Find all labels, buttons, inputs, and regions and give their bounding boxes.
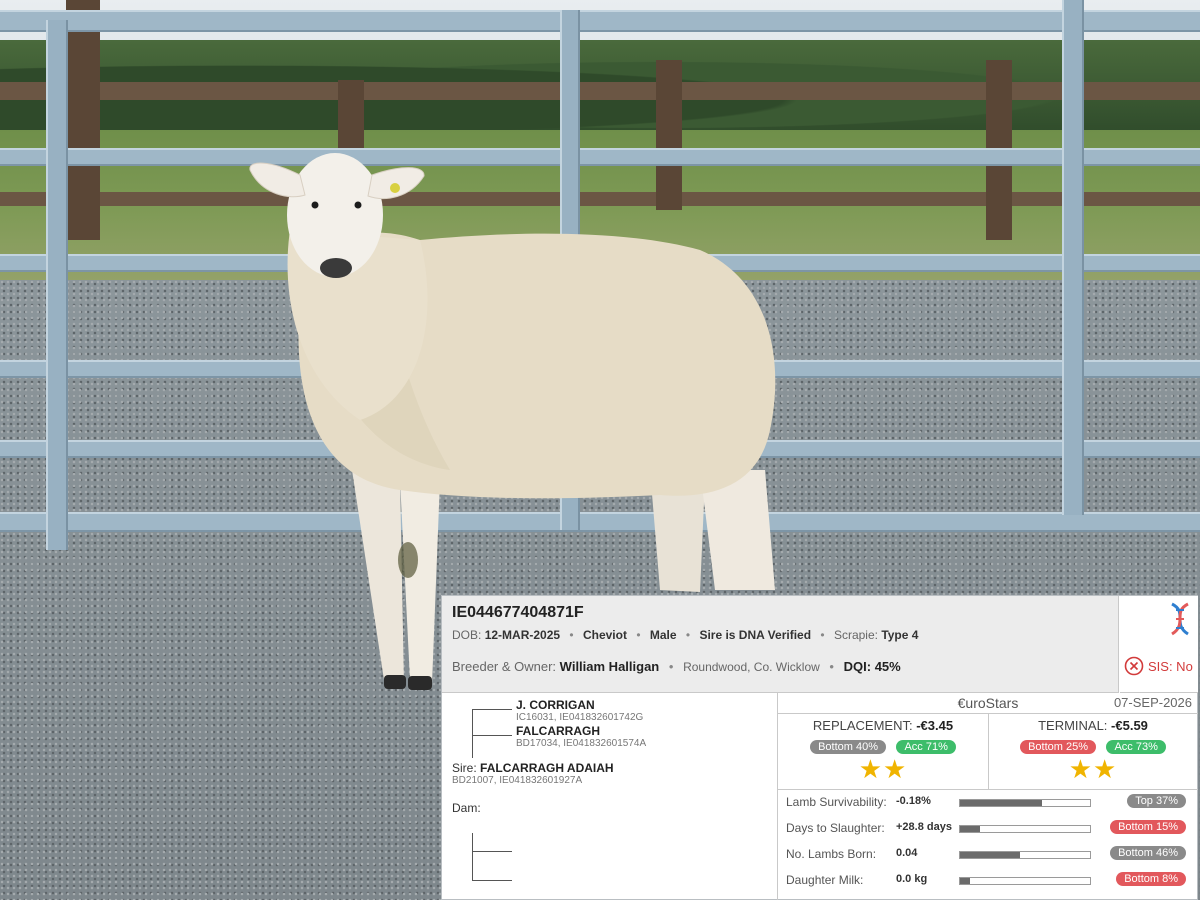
terminal-value: -€5.59 [1111,718,1148,733]
dna-icon [1171,602,1189,636]
trait-value: +28.8 days [896,821,952,833]
trait-value: 0.0 kg [896,873,928,885]
sis-status: SIS: No [1124,656,1193,676]
trait-bar [959,799,1091,807]
terminal-label: TERMINAL: [1038,718,1108,733]
circle-x-icon [1124,656,1144,676]
trait-bar-fill [960,878,971,884]
terminal-accuracy-badge: Acc 73% [1106,740,1166,754]
trait-name: No. Lambs Born: [786,847,877,861]
animal-tag-number: IE044677404871F [452,604,584,621]
trait-bar-fill [960,800,1042,806]
trait-bar-fill [960,852,1020,858]
breeder-line: Breeder & Owner: William Halligan • Roun… [452,659,901,674]
animal-info-card: IE044677404871F DOB: 12-MAR-2025 • Chevi… [441,595,1198,900]
trait-name: Days to Slaughter: [786,821,885,835]
trait-bar [959,877,1091,885]
replacement-label: REPLACEMENT: [812,718,913,733]
eurostars-panel: €uroStars 07-SEP-2026 REPLACEMENT: -€3.4… [778,693,1198,790]
animal-header: IE044677404871F DOB: 12-MAR-2025 • Chevi… [442,596,1119,693]
trait-row: Days to Slaughter: +28.8 days Bottom 15% [778,816,1198,842]
animal-details-line: DOB: 12-MAR-2025 • Cheviot • Male • Sire… [452,628,919,642]
granddam-name[interactable]: FALCARRAGH [516,724,600,738]
replacement-accuracy-badge: Acc 71% [896,740,956,754]
granddam-ids: BD17034, IE041832601574A [516,738,647,749]
breeder-location: Roundwood, Co. Wicklow [683,660,820,674]
trait-bar [959,825,1091,833]
trait-row: Daughter Milk: 0.0 kg Bottom 8% [778,868,1198,894]
replacement-star-rating: ★★ [858,754,908,784]
scrapie-label: Scrapie: [833,628,878,642]
trait-rank-badge: Top 37% [1127,794,1186,808]
dob-value: 12-MAR-2025 [484,628,561,642]
sis-text: SIS: No [1148,658,1193,674]
dna-panel [1120,596,1198,693]
eurostars-date: 07-SEP-2026 [1113,695,1192,710]
trait-name: Lamb Survivability: [786,795,887,809]
dob-label: DOB: [452,628,482,642]
terminal-index: TERMINAL: -€5.59 Bottom 25% Acc 73% ★★ [988,714,1198,790]
trait-rank-badge: Bottom 15% [1110,820,1186,834]
trait-row: No. Lambs Born: 0.04 Bottom 46% [778,842,1198,868]
dam-label: Dam: [452,801,481,815]
trait-row: Lamb Survivability: -0.18% Top 37% [778,790,1198,816]
terminal-rank-badge: Bottom 25% [1020,740,1097,754]
trait-name: Daughter Milk: [786,873,864,887]
sire-row: Sire: FALCARRAGH ADAIAH [452,761,614,775]
grandsire-ids: IC16031, IE041832601742G [516,712,644,723]
sire-dna-status: Sire is DNA Verified [699,628,812,642]
eurostars-header: €uroStars 07-SEP-2026 [778,693,1198,714]
trait-bar-fill [960,826,980,832]
breeder-name[interactable]: William Halligan [560,659,660,674]
sire-label: Sire: [452,761,477,775]
sire-ids: BD21007, IE041832601927A [452,775,583,786]
replacement-value: -€3.45 [916,718,954,733]
trait-value: -0.18% [896,795,931,807]
trait-bar [959,851,1091,859]
replacement-index: REPLACEMENT: -€3.45 Bottom 40% Acc 71% ★… [778,714,989,790]
replacement-rank-badge: Bottom 40% [810,740,887,754]
grandsire-name[interactable]: J. CORRIGAN [516,698,595,712]
trait-value: 0.04 [896,847,918,859]
breed-value: Cheviot [582,628,627,642]
sex-value: Male [649,628,677,642]
pedigree-tree: J. CORRIGAN IC16031, IE041832601742G FAL… [442,693,778,900]
scrapie-value: Type 4 [881,628,919,642]
sire-name[interactable]: FALCARRAGH ADAIAH [480,761,614,775]
trait-rank-badge: Bottom 8% [1116,872,1186,886]
breeder-label: Breeder & Owner: [452,659,557,674]
terminal-star-rating: ★★ [1068,754,1118,784]
dqi-label: DQI: [843,659,872,674]
trait-list: Lamb Survivability: -0.18% Top 37% Days … [778,790,1198,900]
dqi-value: 45% [874,659,901,674]
trait-rank-badge: Bottom 46% [1110,846,1186,860]
